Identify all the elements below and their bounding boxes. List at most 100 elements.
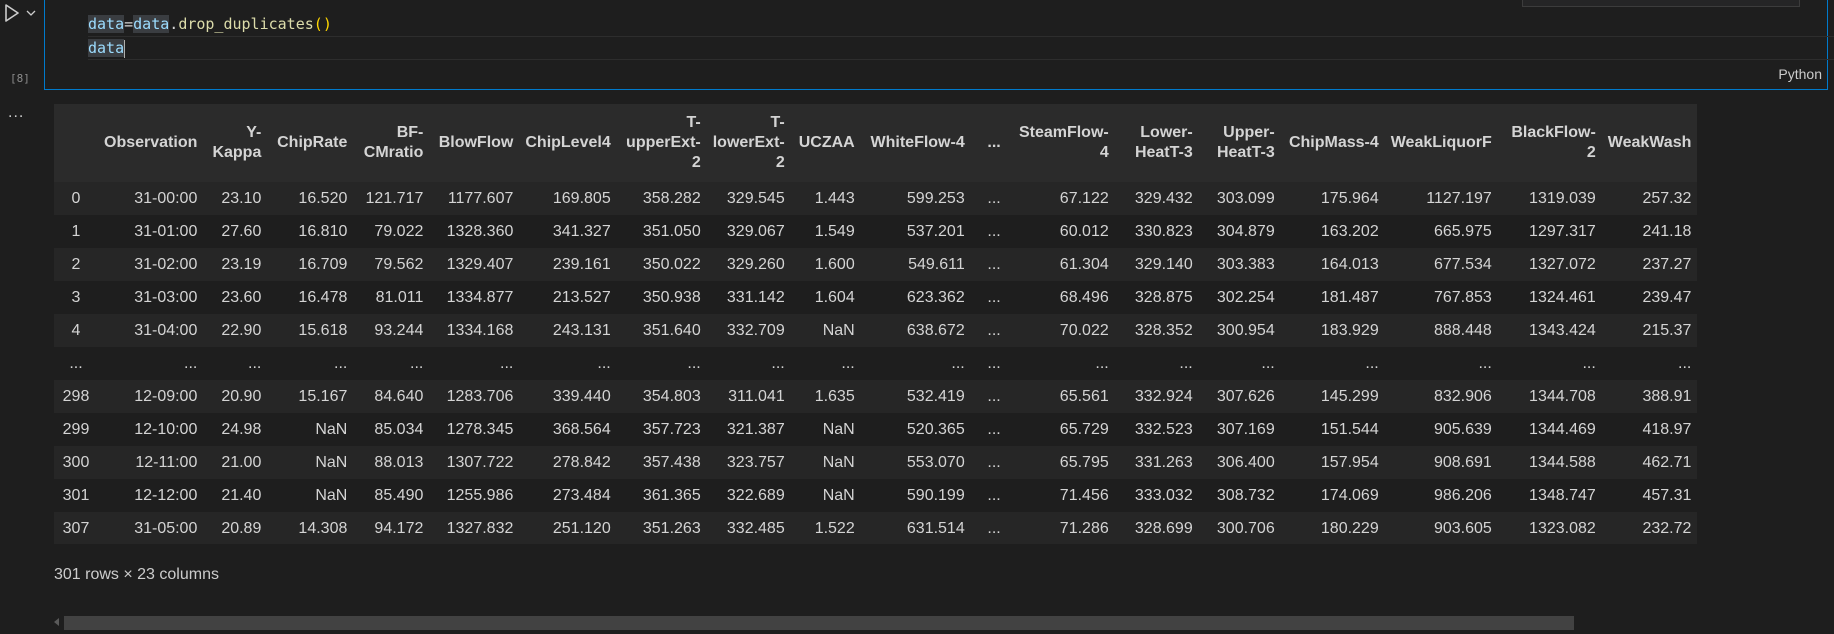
- table-cell: 65.729: [1059, 420, 1109, 438]
- table-cell: 16.709: [298, 255, 348, 273]
- table-cell: 31-01:00: [134, 222, 198, 240]
- table-cell: 88.013: [374, 453, 424, 471]
- scroll-left-icon[interactable]: [54, 618, 59, 626]
- table-cell: ...: [687, 354, 701, 372]
- code-token-paren: (: [313, 15, 323, 33]
- table-cell: 532.419: [906, 387, 965, 405]
- table-cell: 329.260: [726, 255, 785, 273]
- table-cell: 60.012: [1059, 222, 1109, 240]
- table-cell: ...: [987, 486, 1001, 504]
- table-cell: 331.263: [1134, 453, 1193, 471]
- table-cell: 308.732: [1216, 486, 1275, 504]
- table-cell: 1127.197: [1426, 189, 1492, 207]
- table-cell: 257.32: [1642, 189, 1692, 207]
- table-cell: 31-04:00: [134, 321, 198, 339]
- horizontal-scrollbar[interactable]: [54, 614, 1834, 630]
- play-icon[interactable]: [4, 4, 20, 22]
- table-cell: 330.823: [1134, 222, 1193, 240]
- table-cell: 1344.469: [1529, 420, 1596, 438]
- more-icon[interactable]: ...: [8, 104, 24, 122]
- table-cell: 84.640: [374, 387, 424, 405]
- code-token-var: data: [88, 15, 125, 33]
- table-cell: 358.282: [642, 189, 701, 207]
- table-cell: 1343.424: [1529, 321, 1596, 339]
- table-cell: ...: [987, 321, 1001, 339]
- table-cell: 986.206: [1433, 486, 1492, 504]
- table-cell: 20.89: [221, 519, 262, 537]
- table-cell: 12-12:00: [134, 486, 198, 504]
- code-line-2[interactable]: data: [88, 36, 126, 60]
- table-cell: 303.099: [1216, 189, 1275, 207]
- table-cell: ...: [248, 354, 262, 372]
- table-cell: 388.91: [1642, 387, 1692, 405]
- table-cell: 341.327: [552, 222, 611, 240]
- table-cell: NaN: [822, 453, 855, 471]
- table-cell: 164.013: [1320, 255, 1379, 273]
- table-cell: 351.050: [642, 222, 701, 240]
- row-index: 1: [71, 222, 81, 240]
- table-cell: ...: [1582, 354, 1596, 372]
- table-cell: 213.527: [552, 288, 611, 306]
- table-cell: 1.443: [814, 189, 855, 207]
- table-cell: ...: [987, 387, 1001, 405]
- table-cell: ...: [1095, 354, 1109, 372]
- table-cell: 85.490: [374, 486, 424, 504]
- table-cell: 251.120: [552, 519, 611, 537]
- table-cell: ...: [987, 255, 1001, 273]
- code-editor[interactable]: data=data.drop_duplicates() data: [44, 0, 1834, 60]
- table-cell: 549.611: [908, 255, 965, 273]
- table-cell: 350.022: [642, 255, 701, 273]
- row-index: 298: [62, 387, 90, 405]
- table-cell: ...: [987, 420, 1001, 438]
- table-cell: ...: [987, 519, 1001, 537]
- code-token-var: data: [88, 39, 125, 57]
- row-index: 307: [62, 519, 90, 537]
- table-cell: 832.906: [1433, 387, 1492, 405]
- table-cell: ...: [334, 354, 348, 372]
- table-cell: 94.172: [374, 519, 424, 537]
- table-cell: ...: [410, 354, 424, 372]
- table-cell: 332.523: [1134, 420, 1193, 438]
- table-cell: ...: [1678, 354, 1692, 372]
- table-cell: 169.805: [552, 189, 611, 207]
- table-cell: 16.478: [298, 288, 348, 306]
- code-token-op: =: [124, 15, 134, 33]
- chevron-down-icon[interactable]: [26, 9, 36, 17]
- table-cell: 339.440: [552, 387, 611, 405]
- table-cell: 908.691: [1433, 453, 1492, 471]
- table-cell: 15.618: [298, 321, 348, 339]
- column-header: T-upperExt-2: [626, 114, 701, 171]
- table-cell: 61.304: [1059, 255, 1109, 273]
- row-index: 2: [71, 255, 81, 273]
- scrollbar-thumb[interactable]: [64, 616, 1574, 630]
- table-cell: 553.070: [906, 453, 965, 471]
- table-cell: 537.201: [906, 222, 965, 240]
- table-cell: 20.90: [221, 387, 262, 405]
- table-cell: 357.438: [642, 453, 701, 471]
- table-cell: 623.362: [906, 288, 965, 306]
- code-token-dot: .: [169, 15, 179, 33]
- cell-output: Observation Y-Kappa ChipRate BF-CMratio Blow…: [54, 104, 1834, 544]
- cell-language-label[interactable]: Python: [1778, 66, 1822, 82]
- table-cell: ...: [1261, 354, 1275, 372]
- table-cell: 237.27: [1642, 255, 1692, 273]
- table-cell: 677.534: [1433, 255, 1492, 273]
- table-cell: 243.131: [552, 321, 611, 339]
- table-cell: 905.639: [1433, 420, 1492, 438]
- table-cell: 329.432: [1134, 189, 1193, 207]
- table-cell: 71.456: [1059, 486, 1109, 504]
- table-cell: 16.810: [298, 222, 348, 240]
- table-cell: 12-10:00: [134, 420, 198, 438]
- table-cell: 903.605: [1433, 519, 1492, 537]
- table-cell: ...: [1365, 354, 1379, 372]
- table-cell: 1319.039: [1529, 189, 1596, 207]
- column-header: Lower-HeatT-3: [1134, 124, 1193, 161]
- table-cell: 638.672: [906, 321, 965, 339]
- table-row: 307 31-05:00 20.89 14.308 94.172 1327.832 251.…: [54, 512, 1698, 544]
- table-cell: ...: [184, 354, 198, 372]
- dataframe-table: Observation Y-Kappa ChipRate BF-CMratio Blow…: [54, 104, 1698, 544]
- run-cell-button[interactable]: [4, 2, 40, 24]
- row-index: 300: [62, 453, 90, 471]
- table-cell: NaN: [822, 321, 855, 339]
- code-line-1[interactable]: data=data.drop_duplicates(): [88, 12, 332, 36]
